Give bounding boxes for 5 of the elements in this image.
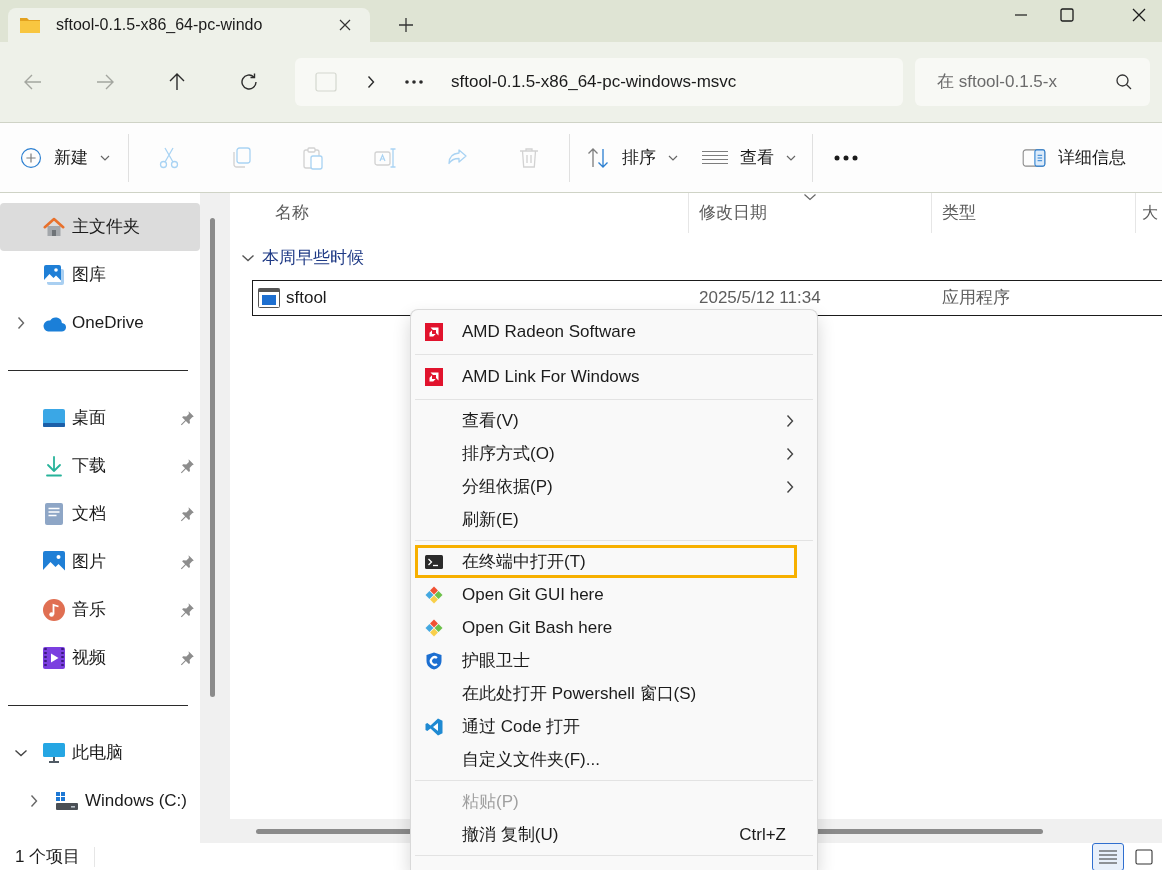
file-type: 应用程序: [941, 287, 1011, 310]
file-name: sftool: [286, 287, 327, 310]
status-text: 1 个项目: [15, 846, 81, 869]
shortcut-text: Ctrl+Z: [739, 823, 786, 846]
modified-date: 2025/5/12 11:34: [698, 287, 822, 310]
